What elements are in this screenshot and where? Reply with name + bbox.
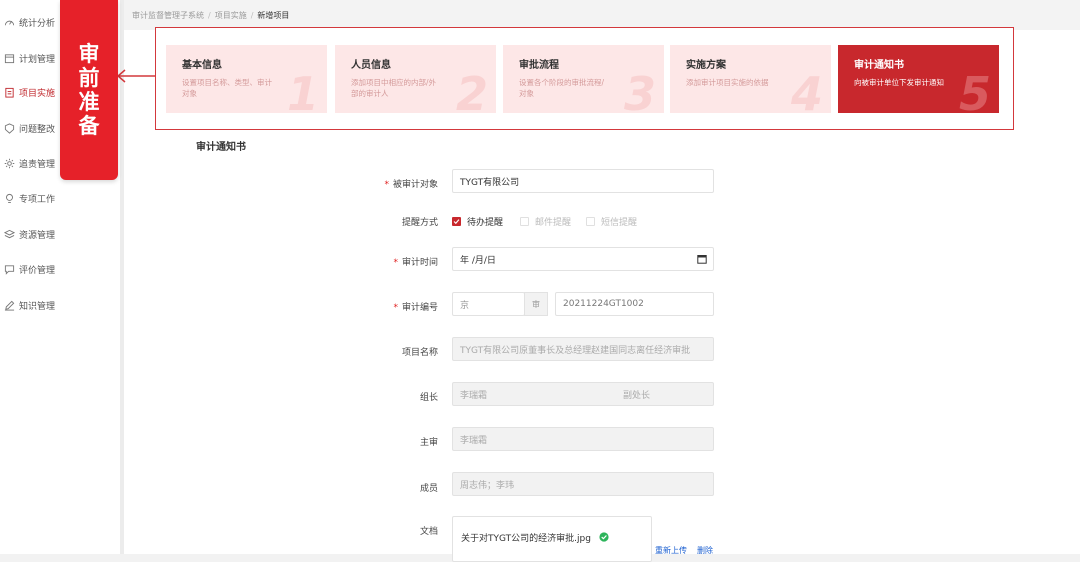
step-approval[interactable]: 审批流程 设置各个阶段的审批流程/对象 3	[503, 45, 664, 113]
audit-time-label: * 审计时间	[393, 258, 438, 268]
sidebar-item-label: 知识管理	[19, 301, 56, 312]
callout-char: 准	[78, 90, 100, 114]
step-number: 1	[286, 67, 319, 113]
sidebar-item-knowledge[interactable]: 知识管理	[0, 293, 120, 317]
annotation-callout: 审 前 准 备	[60, 0, 118, 180]
gauge-icon	[3, 16, 15, 28]
main-content: 审计监督管理子系统 / 项目实施 / 新增项目 基本信息 设置项目名称、类型、审…	[116, 0, 1080, 562]
callout-char: 备	[78, 114, 100, 138]
step-desc: 设置各个阶段的审批流程/对象	[519, 78, 605, 98]
sidebar-item-label: 专项工作	[19, 194, 56, 205]
shield-icon	[3, 122, 15, 134]
audited-object-field[interactable]: TYGT有限公司	[452, 169, 714, 193]
audit-number-label: * 审计编号	[393, 303, 438, 313]
step-title: 基本信息	[182, 60, 222, 71]
breadcrumb-separator: /	[208, 10, 211, 20]
step-number: 4	[790, 67, 823, 113]
section-title: 审计通知书	[196, 142, 246, 153]
group-leader-label: 组长	[419, 393, 438, 403]
calendar-icon[interactable]	[697, 254, 707, 264]
sidebar-item-label: 追责管理	[19, 159, 56, 170]
clipboard-icon	[3, 86, 15, 98]
lightbulb-icon	[3, 192, 15, 204]
sidebar-item-evaluation[interactable]: 评价管理	[0, 257, 120, 281]
step-number: 5	[958, 67, 991, 113]
check-circle-icon	[599, 532, 609, 542]
group-leader-role: 副处长	[623, 390, 651, 401]
sidebar-item-label: 评价管理	[19, 265, 56, 276]
members-field: 周志伟；李玮	[452, 472, 714, 496]
document-label: 文档	[419, 527, 438, 537]
step-title: 审计通知书	[854, 60, 904, 71]
checkbox-box	[520, 217, 529, 226]
breadcrumb-middle[interactable]: 项目实施	[215, 10, 247, 21]
checkbox-box	[586, 217, 595, 226]
step-desc: 设置项目名称、类型、审计对象	[182, 78, 272, 98]
sidebar-item-label: 问题整改	[19, 124, 56, 135]
pencil-icon	[3, 299, 15, 311]
reminder-label: 提醒方式	[401, 218, 438, 228]
step-title: 审批流程	[519, 60, 559, 71]
step-number: 2	[455, 67, 488, 113]
step-title: 人员信息	[351, 60, 391, 71]
sidebar-item-label: 资源管理	[19, 230, 56, 241]
arrow-left-icon	[116, 69, 155, 83]
document-box: 关于对TYGT公司的经济审批.jpg	[452, 516, 652, 562]
sidebar-item-label: 项目实施	[19, 88, 56, 99]
chief-auditor-field: 李瑞霜	[452, 427, 714, 451]
sidebar-item-special[interactable]: 专项工作	[0, 186, 120, 210]
members-label: 成员	[419, 484, 438, 494]
breadcrumb-separator: /	[250, 10, 254, 20]
breadcrumb: 审计监督管理子系统 / 项目实施 / 新增项目	[124, 0, 1080, 30]
audit-number-addon: 审	[524, 292, 548, 316]
check-icon	[453, 219, 460, 225]
comment-icon	[3, 263, 15, 275]
calendar-icon	[3, 52, 15, 64]
callout-char: 审	[78, 42, 100, 66]
audit-number-prefix-field[interactable]: 京	[452, 292, 525, 316]
reupload-link[interactable]: 重新上传	[655, 545, 687, 556]
reminder-email-checkbox[interactable]: 邮件提醒	[520, 215, 571, 228]
project-name-label: 项目名称	[401, 348, 438, 358]
step-title: 实施方案	[686, 60, 726, 71]
group-leader-field: 李瑞霜 副处长	[452, 382, 714, 406]
audit-time-field[interactable]: 年 /月/日	[452, 247, 714, 271]
sidebar-item-label: 统计分析	[19, 18, 56, 29]
step-notice[interactable]: 审计通知书 向被审计单位下发审计通知 5	[838, 45, 999, 113]
project-name-field: TYGT有限公司原董事长及总经理赵建国同志离任经济审批	[452, 337, 714, 361]
step-plan[interactable]: 实施方案 添加审计项目实施的依据 4	[670, 45, 831, 113]
document-file-name[interactable]: 关于对TYGT公司的经济审批.jpg	[461, 531, 591, 544]
step-basic-info[interactable]: 基本信息 设置项目名称、类型、审计对象 1	[166, 45, 327, 113]
breadcrumb-current: 新增项目	[257, 10, 290, 20]
breadcrumb-root[interactable]: 审计监督管理子系统	[132, 10, 204, 21]
steps-frame: 基本信息 设置项目名称、类型、审计对象 1 人员信息 添加项目中相应的内部/外部…	[155, 27, 1014, 130]
audited-object-label: * 被审计对象	[384, 180, 438, 190]
reminder-todo-checkbox[interactable]: 待办提醒	[452, 215, 503, 228]
step-number: 3	[623, 67, 656, 113]
step-desc: 向被审计单位下发审计通知	[854, 78, 944, 87]
delete-link[interactable]: 删除	[697, 545, 713, 556]
sidebar-item-resources[interactable]: 资源管理	[0, 222, 120, 246]
layers-icon	[3, 228, 15, 240]
audit-number-field[interactable]: 20211224GT1002	[555, 292, 714, 316]
checkbox-box	[452, 217, 461, 226]
callout-char: 前	[78, 66, 100, 90]
gear-icon	[3, 157, 15, 169]
step-desc: 添加审计项目实施的依据	[686, 78, 769, 87]
reminder-sms-checkbox[interactable]: 短信提醒	[586, 215, 637, 228]
step-desc: 添加项目中相应的内部/外部的审计人	[351, 78, 437, 98]
sidebar-item-label: 计划管理	[19, 54, 56, 65]
step-personnel[interactable]: 人员信息 添加项目中相应的内部/外部的审计人 2	[335, 45, 496, 113]
chief-auditor-label: 主审	[419, 438, 438, 448]
